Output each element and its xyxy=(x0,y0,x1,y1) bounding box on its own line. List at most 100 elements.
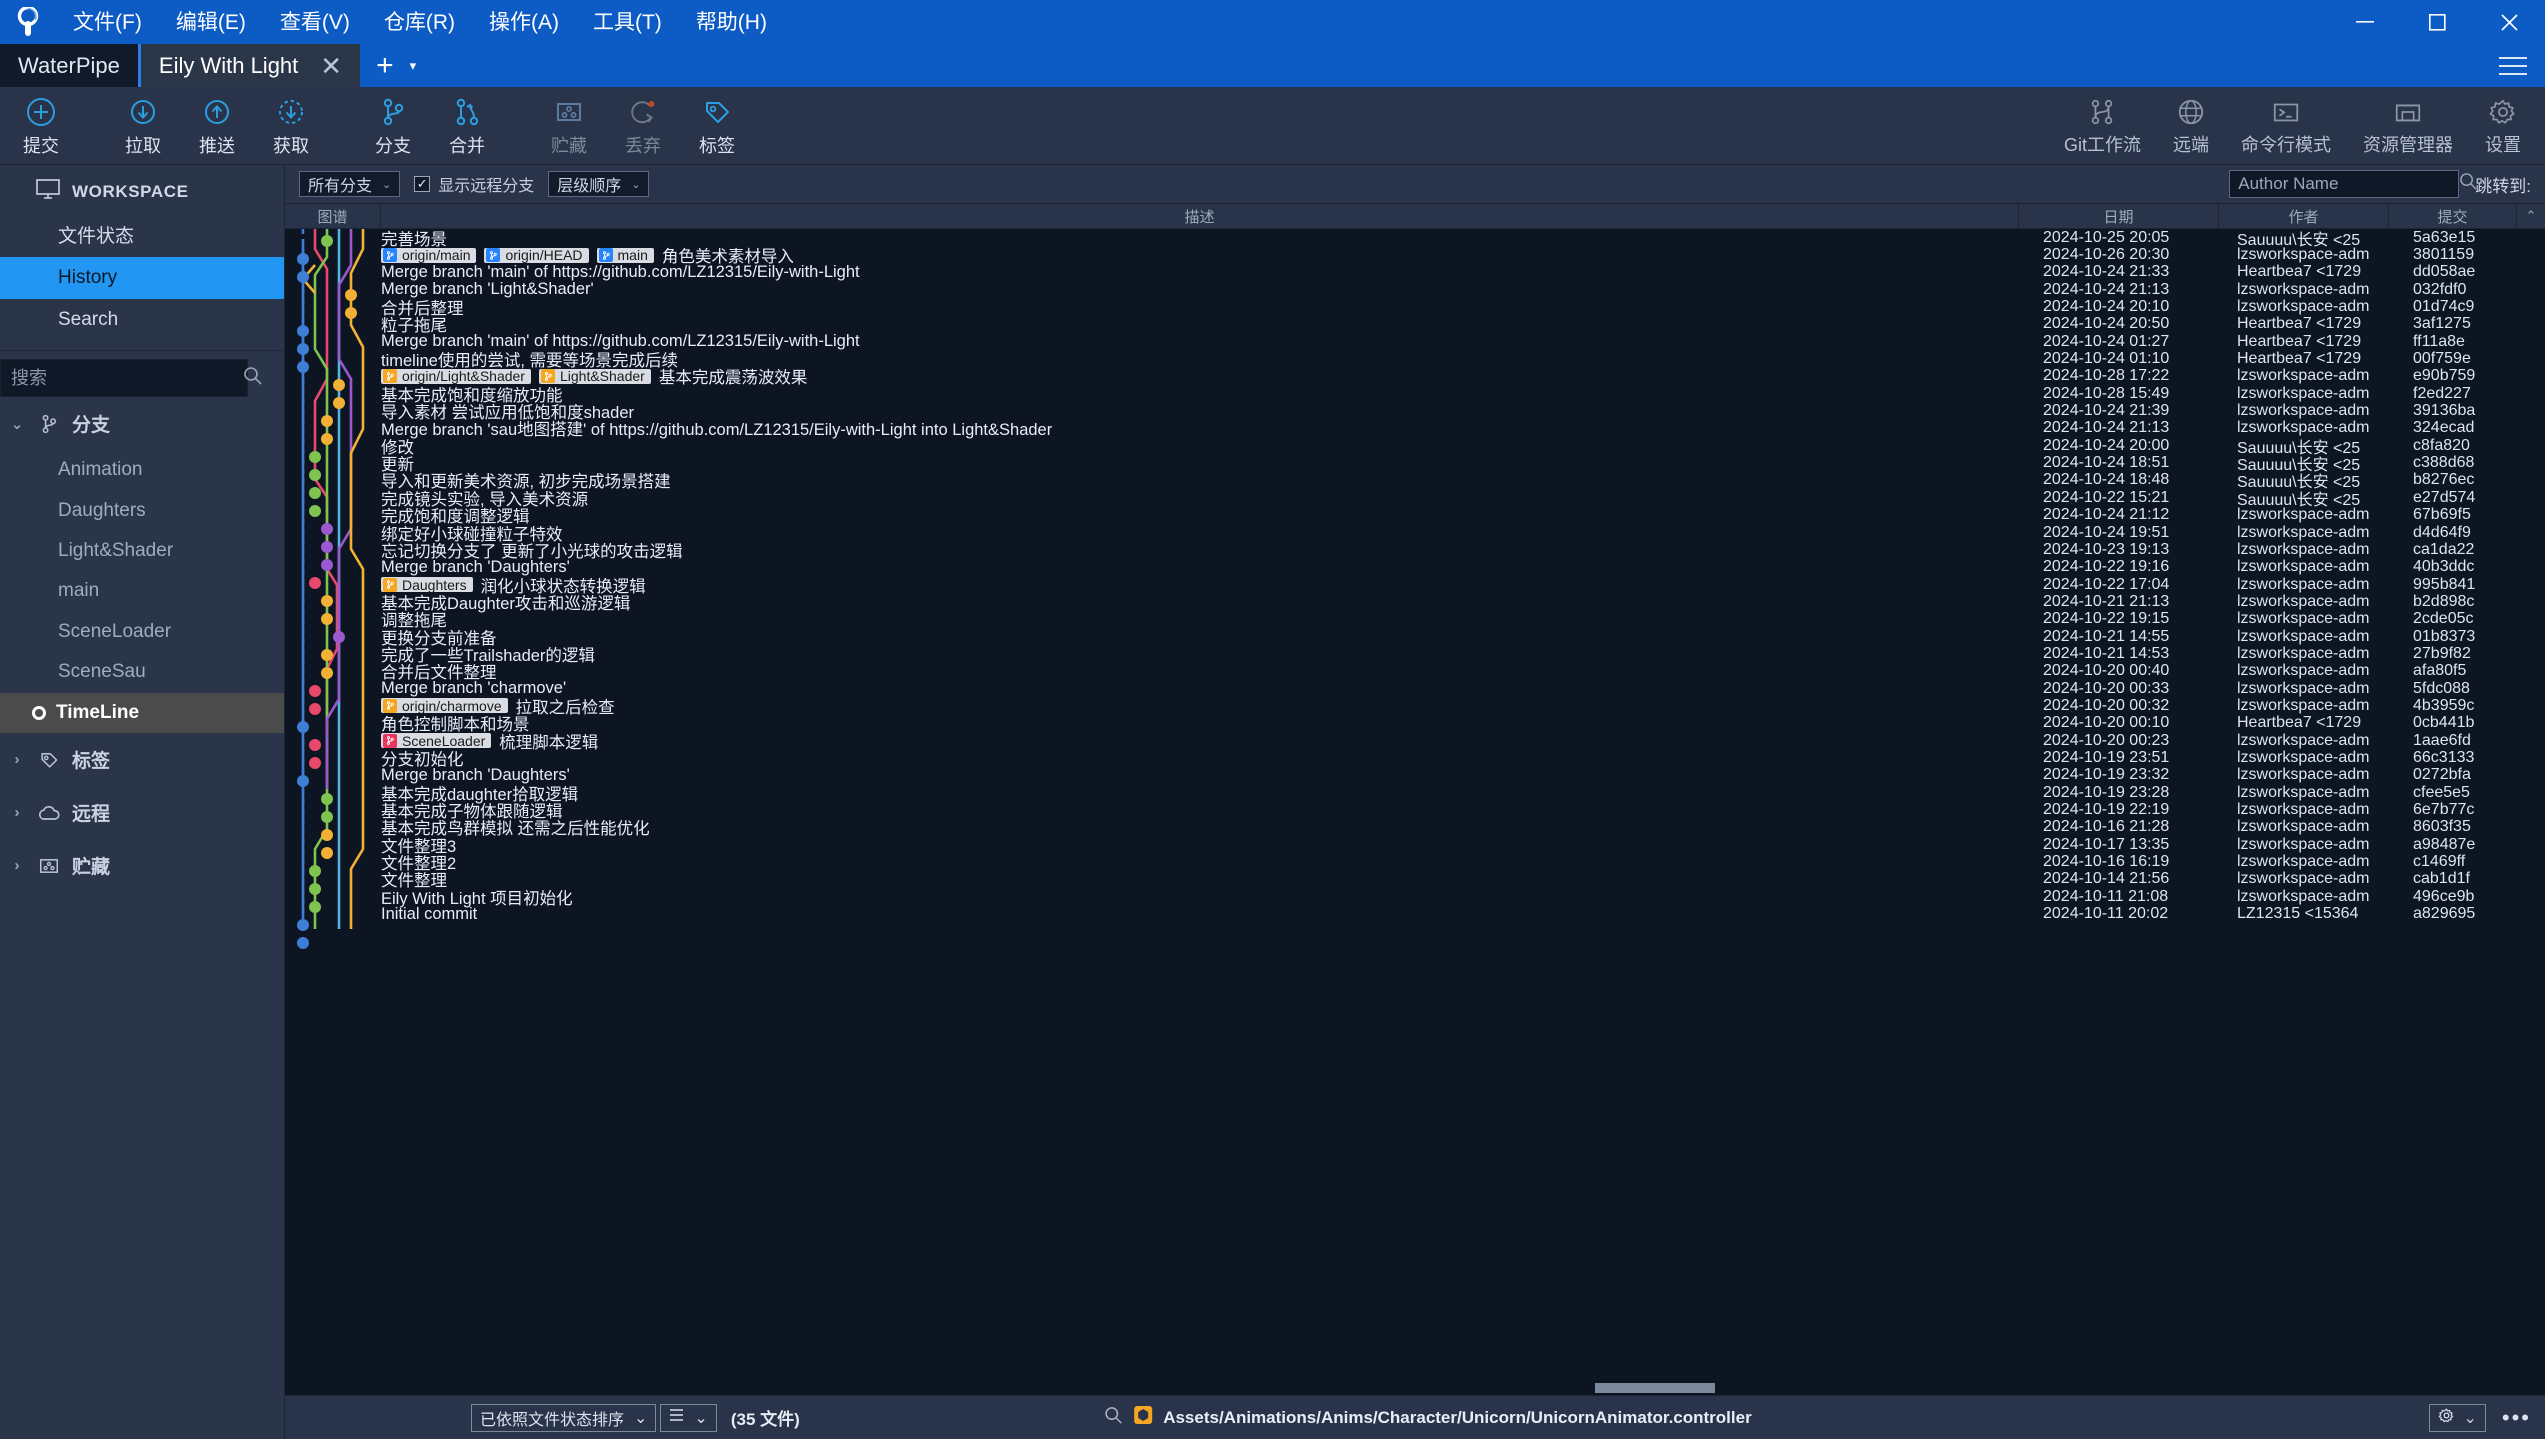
hamburger-menu-icon[interactable] xyxy=(2499,44,2527,87)
commit-author-cell: lzsworkspace-adm xyxy=(2237,696,2370,714)
column-header-description[interactable]: 描述 xyxy=(381,204,2019,228)
sort-dropdown[interactable]: 已依照文件状态排序 ⌄ xyxy=(471,1403,657,1432)
commit-list: 完善场景 2024-10-25 20:05 Sauuuu\长安 <25 5a63e15… xyxy=(285,229,2545,1395)
chevron-right-icon[interactable]: › xyxy=(8,857,26,874)
settings-dropdown[interactable]: ⌄ xyxy=(2429,1403,2486,1432)
commit-row[interactable]: Initial commit 2024-10-11 20:02 LZ12315 <1… xyxy=(285,905,2545,923)
sidebar-item-file-status[interactable]: 文件状态 xyxy=(0,216,284,257)
commit-row[interactable]: Eily With Light 项目初始化 2024-10-11 21:08 lzs… xyxy=(285,887,2545,908)
commit-hash-cell: 2cde05c xyxy=(2413,610,2474,628)
commit-row[interactable]: origin/main origin/HEAD main 角色美术素材导入 2024-1… xyxy=(285,246,2545,266)
menu-help[interactable]: 帮助(H) xyxy=(679,6,784,39)
sort-arrow-icon[interactable]: ⌃ xyxy=(2517,204,2545,228)
sidebar-item-search[interactable]: Search xyxy=(0,299,284,340)
maximize-button[interactable] xyxy=(2401,0,2473,44)
sidebar-branch-main[interactable]: main xyxy=(0,571,284,611)
sidebar-branch-daughters[interactable]: Daughters xyxy=(0,491,284,531)
commit-hash-cell: 496ce9b xyxy=(2413,887,2475,905)
commit-date-cell: 2024-10-28 15:49 xyxy=(2043,384,2170,402)
toolbar-terminal-button[interactable]: 命令行模式 xyxy=(2225,88,2347,164)
close-button[interactable] xyxy=(2473,0,2545,44)
column-header-commit[interactable]: 提交 xyxy=(2389,204,2517,228)
menu-actions[interactable]: 操作(A) xyxy=(472,6,576,39)
column-header-graph[interactable]: 图谱 xyxy=(285,204,381,228)
commit-author-cell: lzsworkspace-adm xyxy=(2237,506,2370,524)
toolbar-commit-button[interactable]: 提交 xyxy=(4,88,78,164)
toolbar-settings-button[interactable]: 设置 xyxy=(2469,88,2537,164)
commit-row[interactable]: 分支初始化 2024-10-19 23:51 lzsworkspace-adm 66c… xyxy=(285,749,2545,769)
commit-hash-cell: c388d68 xyxy=(2413,454,2475,472)
sidebar-branch-sceneloader[interactable]: SceneLoader xyxy=(0,612,284,652)
commit-row[interactable]: 合并后文件整理 2024-10-20 00:40 lzsworkspace-adm a… xyxy=(285,662,2545,682)
column-header-date[interactable]: 日期 xyxy=(2019,204,2219,228)
menu-tools[interactable]: 工具(T) xyxy=(576,6,679,39)
commit-hash-cell: 27b9f82 xyxy=(2413,644,2471,662)
commit-date-cell: 2024-10-24 18:48 xyxy=(2043,471,2170,489)
toolbar-branch-button[interactable]: 分支 xyxy=(356,88,430,164)
sidebar-branch-scenesau[interactable]: SceneSau xyxy=(0,652,284,692)
branch-icon xyxy=(377,96,409,133)
tab-waterpipe[interactable]: WaterPipe xyxy=(0,44,141,87)
more-dots-icon[interactable]: ••• xyxy=(2502,1405,2531,1431)
minimize-button[interactable] xyxy=(2329,0,2401,44)
sidebar-group-stashes[interactable]: › 贮藏 xyxy=(0,839,284,892)
sidebar-branch-light-shader[interactable]: Light&Shader xyxy=(0,531,284,571)
menu-edit[interactable]: 编辑(E) xyxy=(159,6,263,39)
toolbar-merge-button[interactable]: 合并 xyxy=(430,88,504,164)
view-mode-dropdown[interactable]: ⌄ xyxy=(660,1403,717,1432)
author-search-input[interactable] xyxy=(2238,174,2460,194)
search-input[interactable] xyxy=(11,367,243,389)
tab-eily-with-light[interactable]: Eily With Light ✕ xyxy=(140,44,361,87)
tag-icon xyxy=(701,96,733,133)
menu-repository[interactable]: 仓库(R) xyxy=(367,6,472,39)
toolbar-pull-button[interactable]: 拉取 xyxy=(106,88,180,164)
branch-badge[interactable]: origin/main xyxy=(381,247,477,263)
search-icon[interactable] xyxy=(243,366,263,391)
commit-hash-cell: e27d574 xyxy=(2413,488,2476,506)
column-header-author[interactable]: 作者 xyxy=(2219,204,2389,228)
commit-date-cell: 2024-10-17 13:35 xyxy=(2043,835,2170,853)
tab-close-icon[interactable]: ✕ xyxy=(320,53,342,79)
sidebar-item-history[interactable]: History xyxy=(0,257,284,299)
toolbar-tag-button[interactable]: 标签 xyxy=(680,88,754,164)
branch-filter-dropdown[interactable]: 所有分支 ⌄ xyxy=(299,171,401,197)
order-dropdown[interactable]: 层级顺序 ⌄ xyxy=(548,171,650,197)
sidebar-group-branches[interactable]: ⌄ 分支 xyxy=(0,397,284,450)
commit-row[interactable]: Merge branch 'main' of https://github.co… xyxy=(285,263,2545,281)
filter-bar: 所有分支 ⌄ ✓ 显示远程分支 层级顺序 ⌄ 跳转到: xyxy=(285,165,2545,203)
sidebar-group-remotes[interactable]: › 远程 xyxy=(0,786,284,839)
menu-view[interactable]: 查看(V) xyxy=(263,6,367,39)
chevron-down-icon[interactable]: ▾ xyxy=(410,58,417,74)
author-search-box[interactable] xyxy=(2229,170,2477,198)
sidebar-group-tags[interactable]: › 标签 xyxy=(0,733,284,786)
menu-file[interactable]: 文件(F) xyxy=(56,6,159,39)
toolbar-stash-button[interactable]: 贮藏 xyxy=(532,88,606,164)
toolbar-explorer-button[interactable]: 资源管理器 xyxy=(2347,88,2469,164)
show-remote-branches-checkbox[interactable]: ✓ 显示远程分支 xyxy=(414,172,534,196)
show-remote-branches-label: 显示远程分支 xyxy=(438,178,535,195)
commit-author-cell: Heartbea7 <1729 xyxy=(2237,714,2362,732)
sidebar-search-box[interactable] xyxy=(0,359,262,398)
branch-badge[interactable]: main xyxy=(596,247,654,263)
toolbar-remote-button[interactable]: 远端 xyxy=(2157,88,2225,164)
new-tab-icon[interactable]: + xyxy=(376,50,394,81)
toolbar-fetch-button[interactable]: 获取 xyxy=(254,88,328,164)
horizontal-scrollbar[interactable] xyxy=(1595,1383,1715,1393)
commit-row[interactable]: 忘记切换分支了 更新了小光球的攻击逻辑 2024-10-23 19:13 lzswo… xyxy=(285,541,2545,561)
toolbar-gitflow-button[interactable]: Git工作流 xyxy=(2048,88,2157,164)
commit-date-cell: 2024-10-24 21:13 xyxy=(2043,419,2170,437)
chevron-down-icon: ⌄ xyxy=(382,178,392,191)
chevron-down-icon[interactable]: ⌄ xyxy=(8,415,26,433)
commit-hash-cell: c1469ff xyxy=(2413,853,2466,871)
commit-author-cell: lzsworkspace-adm xyxy=(2237,801,2370,819)
chevron-right-icon[interactable]: › xyxy=(8,804,26,821)
toolbar-push-button[interactable]: 推送 xyxy=(180,88,254,164)
sidebar-branch-timeline[interactable]: TimeLine xyxy=(0,692,284,734)
sidebar-branch-animation[interactable]: Animation xyxy=(0,450,284,490)
chevron-right-icon[interactable]: › xyxy=(8,751,26,768)
commit-row[interactable]: 粒子拖尾 2024-10-24 20:50 Heartbea7 <1729 3af12… xyxy=(285,315,2545,335)
commit-hash-cell: 5a63e15 xyxy=(2413,229,2476,246)
search-icon[interactable] xyxy=(1104,1406,1123,1430)
toolbar-discard-button[interactable]: 丢弃 xyxy=(606,88,680,164)
branch-badge[interactable]: origin/HEAD xyxy=(484,247,589,263)
